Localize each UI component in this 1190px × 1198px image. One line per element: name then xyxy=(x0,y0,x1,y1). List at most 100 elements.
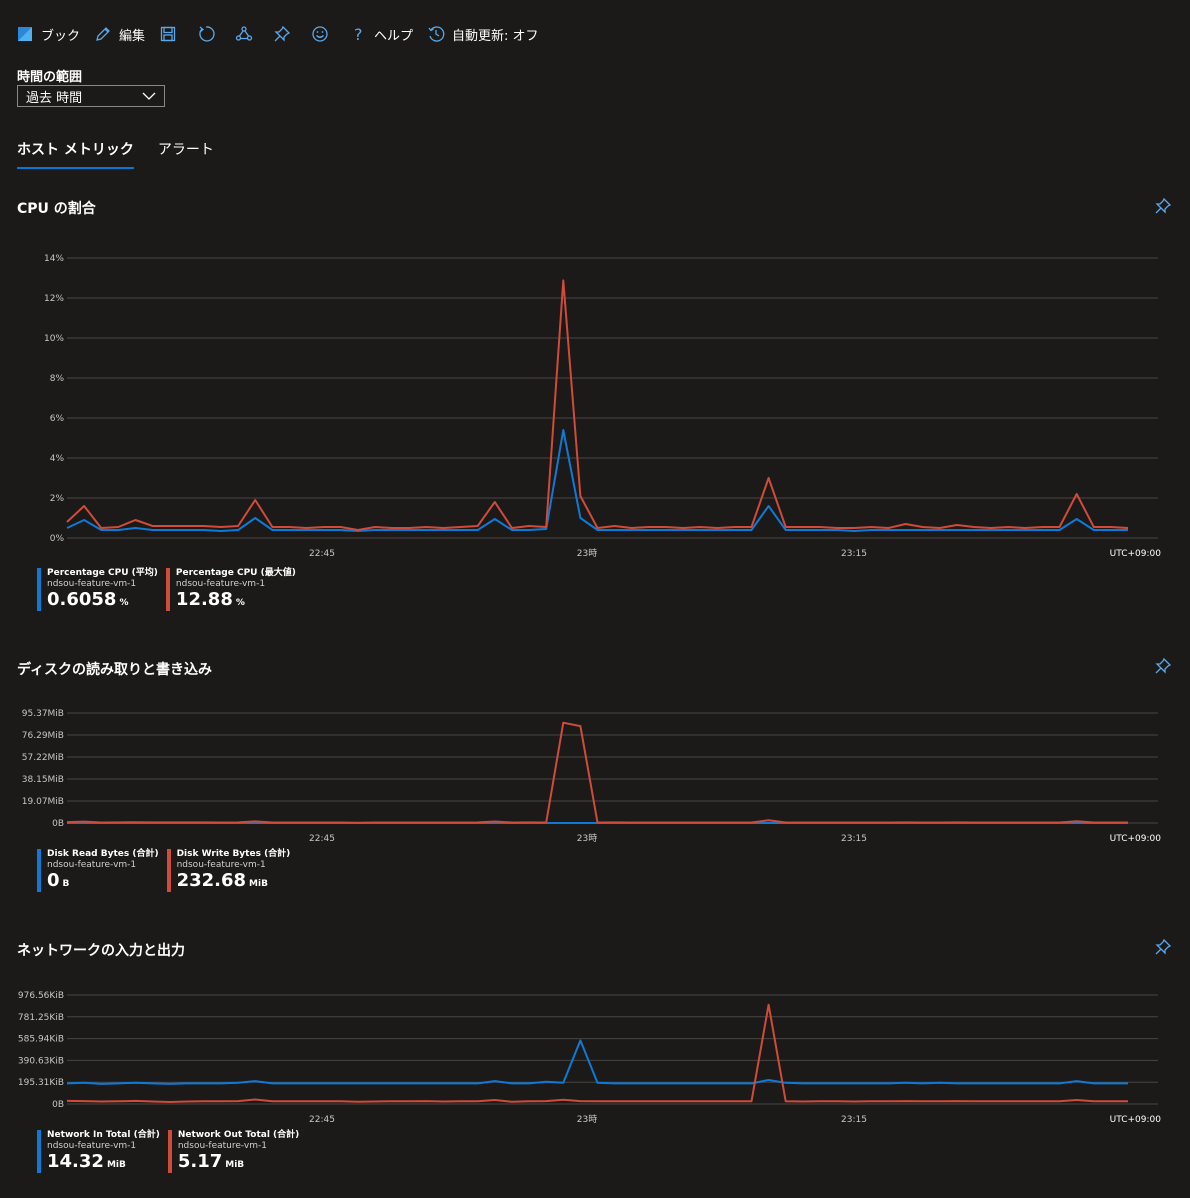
legend-value: 5.17 xyxy=(177,1151,223,1172)
network-chart: 0B 195.31KiB 390.63KiB 585.94KiB 781.25KiB 97… xyxy=(18,991,1162,1125)
y-tick-label: 12% xyxy=(44,294,64,304)
timezone-label: UTC+09:00 xyxy=(1110,834,1162,844)
disk-legend: Disk Read Bytes (合計) ndsou-feature-vm-1 … xyxy=(37,849,298,892)
feedback-button[interactable] xyxy=(311,25,329,43)
y-tick-label: 4% xyxy=(50,454,65,464)
network-chart-title: ネットワークの入力と出力 xyxy=(17,943,185,959)
y-tick-label: 390.63KiB xyxy=(18,1056,64,1066)
time-range-value: 過去 時間 xyxy=(26,90,83,106)
disk-chart: 0B 19.07MiB 38.15MiB 57.22MiB 76.29MiB 95.37M… xyxy=(22,709,1162,844)
workbook-button[interactable]: ブック xyxy=(16,25,80,44)
pin-icon[interactable] xyxy=(1154,197,1172,215)
legend-series-name: Percentage CPU (最大値) xyxy=(175,568,296,578)
legend-item[interactable]: Network In Total (合計) ndsou-feature-vm-1… xyxy=(37,1130,160,1173)
y-tick-label: 781.25KiB xyxy=(18,1013,64,1023)
legend-series-name: Disk Read Bytes (合計) xyxy=(47,849,159,859)
pin-icon xyxy=(274,25,291,42)
legend-unit: % xyxy=(235,598,245,608)
legend-series-name: Network In Total (合計) xyxy=(47,1130,160,1140)
x-tick-label: 23:15 xyxy=(841,549,867,559)
y-tick-label: 76.29MiB xyxy=(22,731,64,741)
legend-color-swatch xyxy=(167,1130,172,1173)
x-tick-label: 23時 xyxy=(577,833,597,844)
series-line xyxy=(66,1003,1128,1103)
timezone-label: UTC+09:00 xyxy=(1110,549,1162,559)
cpu-legend: Percentage CPU (平均) ndsou-feature-vm-1 0… xyxy=(37,568,304,611)
legend-resource: ndsou-feature-vm-1 xyxy=(47,1141,137,1151)
x-tick-label: 23:15 xyxy=(841,834,867,844)
tab-bar: ホスト メトリック アラート xyxy=(17,139,238,169)
autorefresh-button[interactable]: 自動更新: オフ xyxy=(427,25,539,44)
legend-series-name: Network Out Total (合計) xyxy=(177,1130,300,1140)
pin-icon[interactable] xyxy=(1154,657,1172,675)
legend-series-name: Percentage CPU (平均) xyxy=(47,568,158,578)
legend-value: 14.32 xyxy=(47,1151,104,1172)
save-button[interactable] xyxy=(159,25,177,43)
series-line xyxy=(66,721,1128,824)
cpu-chart: 0% 2% 4% 6% 8% 10% 12% 14% 22:45 23時 23:15 UTC+09:0… xyxy=(44,254,1162,559)
pin-icon[interactable] xyxy=(1154,938,1172,956)
x-tick-label: 22:45 xyxy=(309,1115,335,1125)
y-tick-label: 0B xyxy=(52,1100,64,1110)
refresh-button[interactable] xyxy=(197,25,215,43)
history-icon xyxy=(428,26,445,42)
legend-item[interactable]: Percentage CPU (平均) ndsou-feature-vm-1 0… xyxy=(37,568,158,611)
legend-color-swatch xyxy=(37,1130,41,1173)
series-line xyxy=(66,1039,1128,1085)
legend-unit: % xyxy=(119,598,129,608)
y-tick-label: 976.56KiB xyxy=(18,991,64,1001)
autorefresh-label: 自動更新: オフ xyxy=(452,28,539,44)
help-label: ヘルプ xyxy=(374,28,414,44)
legend-unit: MiB xyxy=(225,1160,245,1170)
legend-series-name: Disk Write Bytes (合計) xyxy=(176,849,291,859)
legend-item[interactable]: Network Out Total (合計) ndsou-feature-vm-… xyxy=(167,1130,300,1173)
cpu-chart-title: CPU の割合 xyxy=(17,201,96,217)
network-legend: Network In Total (合計) ndsou-feature-vm-1… xyxy=(37,1130,307,1173)
tab-alerts[interactable]: アラート xyxy=(158,139,214,169)
y-tick-label: 2% xyxy=(50,494,65,504)
y-tick-label: 95.37MiB xyxy=(22,709,64,719)
toolbar: ブック 編集 ? ヘルプ 自動更新: オフ xyxy=(16,22,553,46)
legend-resource: ndsou-feature-vm-1 xyxy=(47,579,137,589)
x-tick-label: 22:45 xyxy=(309,834,335,844)
legend-resource: ndsou-feature-vm-1 xyxy=(176,860,266,870)
share-icon xyxy=(235,26,253,41)
legend-color-swatch xyxy=(166,849,171,892)
y-tick-label: 38.15MiB xyxy=(22,775,64,785)
legend-unit: MiB xyxy=(249,879,268,889)
workbook-label: ブック xyxy=(41,28,81,44)
timezone-label: UTC+09:00 xyxy=(1110,1115,1162,1125)
smiley-icon xyxy=(312,26,328,42)
y-tick-label: 14% xyxy=(44,254,64,264)
edit-button[interactable]: 編集 xyxy=(94,25,145,44)
pin-button[interactable] xyxy=(273,25,291,43)
legend-color-swatch xyxy=(37,568,41,611)
x-tick-label: 23時 xyxy=(577,548,597,559)
save-icon xyxy=(160,26,176,42)
edit-label: 編集 xyxy=(119,28,146,44)
y-tick-label: 10% xyxy=(44,334,64,344)
legend-unit: B xyxy=(62,879,70,889)
legend-value: 0.6058 xyxy=(47,589,117,610)
legend-value: 0 xyxy=(47,870,60,891)
share-button[interactable] xyxy=(235,25,253,43)
legend-item[interactable]: Disk Write Bytes (合計) ndsou-feature-vm-1… xyxy=(166,849,291,892)
disk-chart-title: ディスクの読み取りと書き込み xyxy=(17,662,213,678)
series-line xyxy=(66,279,1129,531)
legend-resource: ndsou-feature-vm-1 xyxy=(175,579,266,589)
tab-host-metrics[interactable]: ホスト メトリック xyxy=(17,139,134,169)
legend-item[interactable]: Disk Read Bytes (合計) ndsou-feature-vm-1 … xyxy=(37,849,159,892)
y-tick-label: 0B xyxy=(52,819,64,829)
legend-value: 12.88 xyxy=(175,589,233,610)
question-icon: ? xyxy=(354,25,363,43)
time-range-dropdown[interactable]: 過去 時間 xyxy=(17,85,165,107)
legend-resource: ndsou-feature-vm-1 xyxy=(47,860,137,870)
legend-item[interactable]: Percentage CPU (最大値) ndsou-feature-vm-1 … xyxy=(165,568,296,611)
x-tick-label: 23時 xyxy=(577,1114,597,1125)
help-button[interactable]: ? ヘルプ xyxy=(349,25,413,44)
svg-text:?: ? xyxy=(354,25,363,43)
workbook-icon xyxy=(18,27,32,41)
legend-unit: MiB xyxy=(106,1160,126,1170)
series-line xyxy=(66,429,1128,532)
x-tick-label: 23:15 xyxy=(841,1115,867,1125)
